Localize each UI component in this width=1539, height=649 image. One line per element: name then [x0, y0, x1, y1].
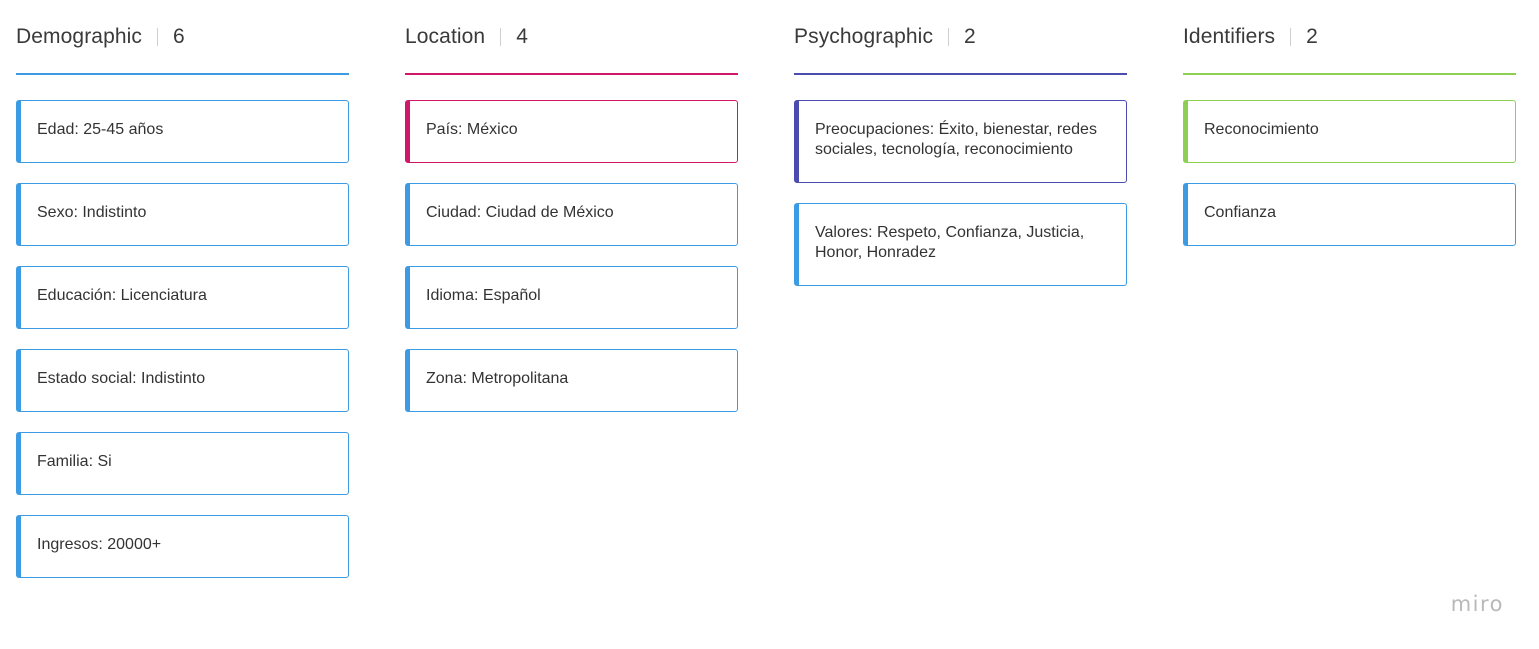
- card-list: Preocupaciones: Éxito, bienestar, redes …: [794, 100, 1127, 286]
- column-rule: [1183, 73, 1516, 75]
- column-demographic: Demographic 6 Edad: 25-45 años Sexo: Ind…: [16, 0, 349, 598]
- card[interactable]: Sexo: Indistinto: [16, 183, 349, 246]
- card[interactable]: Confianza: [1183, 183, 1516, 246]
- header-divider: [500, 28, 502, 46]
- column-title: Psychographic: [794, 25, 934, 48]
- card[interactable]: Ciudad: Ciudad de México: [405, 183, 738, 246]
- header-divider: [157, 28, 158, 46]
- column-psychographic: Psychographic 2 Preocupaciones: Éxito, b…: [794, 0, 1127, 306]
- card-count: 2: [964, 25, 976, 48]
- header-divider: [1290, 28, 1292, 46]
- column-rule: [405, 73, 738, 75]
- card-count: 6: [173, 25, 185, 48]
- card-count: 4: [516, 25, 528, 48]
- column-title: Demographic: [16, 25, 142, 48]
- miro-logo: miro: [1450, 592, 1504, 616]
- column-header[interactable]: Identifiers 2: [1183, 0, 1516, 74]
- column-header[interactable]: Location 4: [405, 0, 738, 74]
- column-title: Identifiers: [1183, 25, 1276, 48]
- card-list: País: México Ciudad: Ciudad de México Id…: [405, 100, 738, 412]
- card[interactable]: Estado social: Indistinto: [16, 349, 349, 412]
- board: Demographic 6 Edad: 25-45 años Sexo: Ind…: [16, 0, 1516, 649]
- column-rule: [794, 73, 1127, 75]
- card[interactable]: Reconocimiento: [1183, 100, 1516, 163]
- card-list: Edad: 25-45 años Sexo: Indistinto Educac…: [16, 100, 349, 578]
- card[interactable]: Edad: 25-45 años: [16, 100, 349, 163]
- column-header[interactable]: Demographic 6: [16, 0, 349, 74]
- column-title: Location: [405, 25, 486, 48]
- header-divider: [948, 28, 950, 46]
- card[interactable]: Familia: Si: [16, 432, 349, 495]
- card-list: Reconocimiento Confianza: [1183, 100, 1516, 246]
- column-identifiers: Identifiers 2 Reconocimiento Confianza: [1183, 0, 1516, 266]
- card[interactable]: Educación: Licenciatura: [16, 266, 349, 329]
- card[interactable]: Preocupaciones: Éxito, bienestar, redes …: [794, 100, 1127, 183]
- card[interactable]: Zona: Metropolitana: [405, 349, 738, 412]
- card[interactable]: Idioma: Español: [405, 266, 738, 329]
- card[interactable]: Valores: Respeto, Confianza, Justicia, H…: [794, 203, 1127, 286]
- card-count: 2: [1306, 25, 1318, 48]
- column-header[interactable]: Psychographic 2: [794, 0, 1127, 74]
- column-location: Location 4 País: México Ciudad: Ciudad d…: [405, 0, 738, 432]
- column-rule: [16, 73, 349, 75]
- card[interactable]: País: México: [405, 100, 738, 163]
- card[interactable]: Ingresos: 20000+: [16, 515, 349, 578]
